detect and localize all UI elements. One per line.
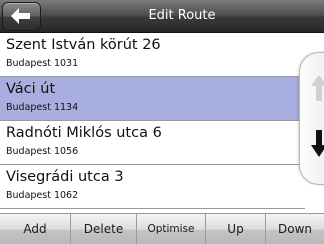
scroll-down-button[interactable]: [311, 130, 324, 158]
move-down-button[interactable]: Down: [266, 214, 324, 244]
delete-button[interactable]: Delete: [71, 214, 137, 244]
bottom-toolbar: Add Delete Optimise Up Down: [0, 213, 324, 244]
stop-city: Budapest 1031: [6, 58, 79, 69]
route-stop-item[interactable]: Szent István körút 26 Budapest 1031: [0, 33, 305, 77]
route-stop-item[interactable]: Radnóti Miklós utca 6 Budapest 1056: [0, 121, 305, 165]
move-up-button[interactable]: Up: [206, 214, 266, 244]
route-stop-list: Szent István körút 26 Budapest 1031 Váci…: [0, 33, 324, 209]
route-stop-item[interactable]: Visegrádi utca 3 Budapest 1062: [0, 165, 305, 209]
back-button[interactable]: [2, 2, 41, 31]
arrow-down-icon: [311, 130, 324, 157]
arrow-up-icon: [311, 75, 324, 101]
stop-name: Váci út: [6, 81, 56, 97]
arrow-left-icon: [11, 8, 30, 24]
stop-city: Budapest 1056: [6, 146, 79, 157]
scroll-up-button[interactable]: [311, 75, 324, 103]
scroll-panel: [299, 52, 324, 185]
edit-route-screen: Edit Route Szent István körút 26 Budapes…: [0, 0, 324, 244]
stop-city: Budapest 1134: [6, 102, 79, 113]
optimise-button[interactable]: Optimise: [137, 214, 206, 244]
add-button[interactable]: Add: [0, 214, 71, 244]
route-stop-item-selected[interactable]: Váci út Budapest 1134: [0, 77, 305, 121]
page-title: Edit Route: [148, 8, 216, 23]
stop-name: Visegrádi utca 3: [6, 169, 124, 185]
stop-name: Szent István körút 26: [6, 37, 161, 53]
stop-city: Budapest 1062: [6, 190, 79, 201]
title-bar: Edit Route: [0, 0, 324, 33]
stop-name: Radnóti Miklós utca 6: [6, 125, 162, 141]
